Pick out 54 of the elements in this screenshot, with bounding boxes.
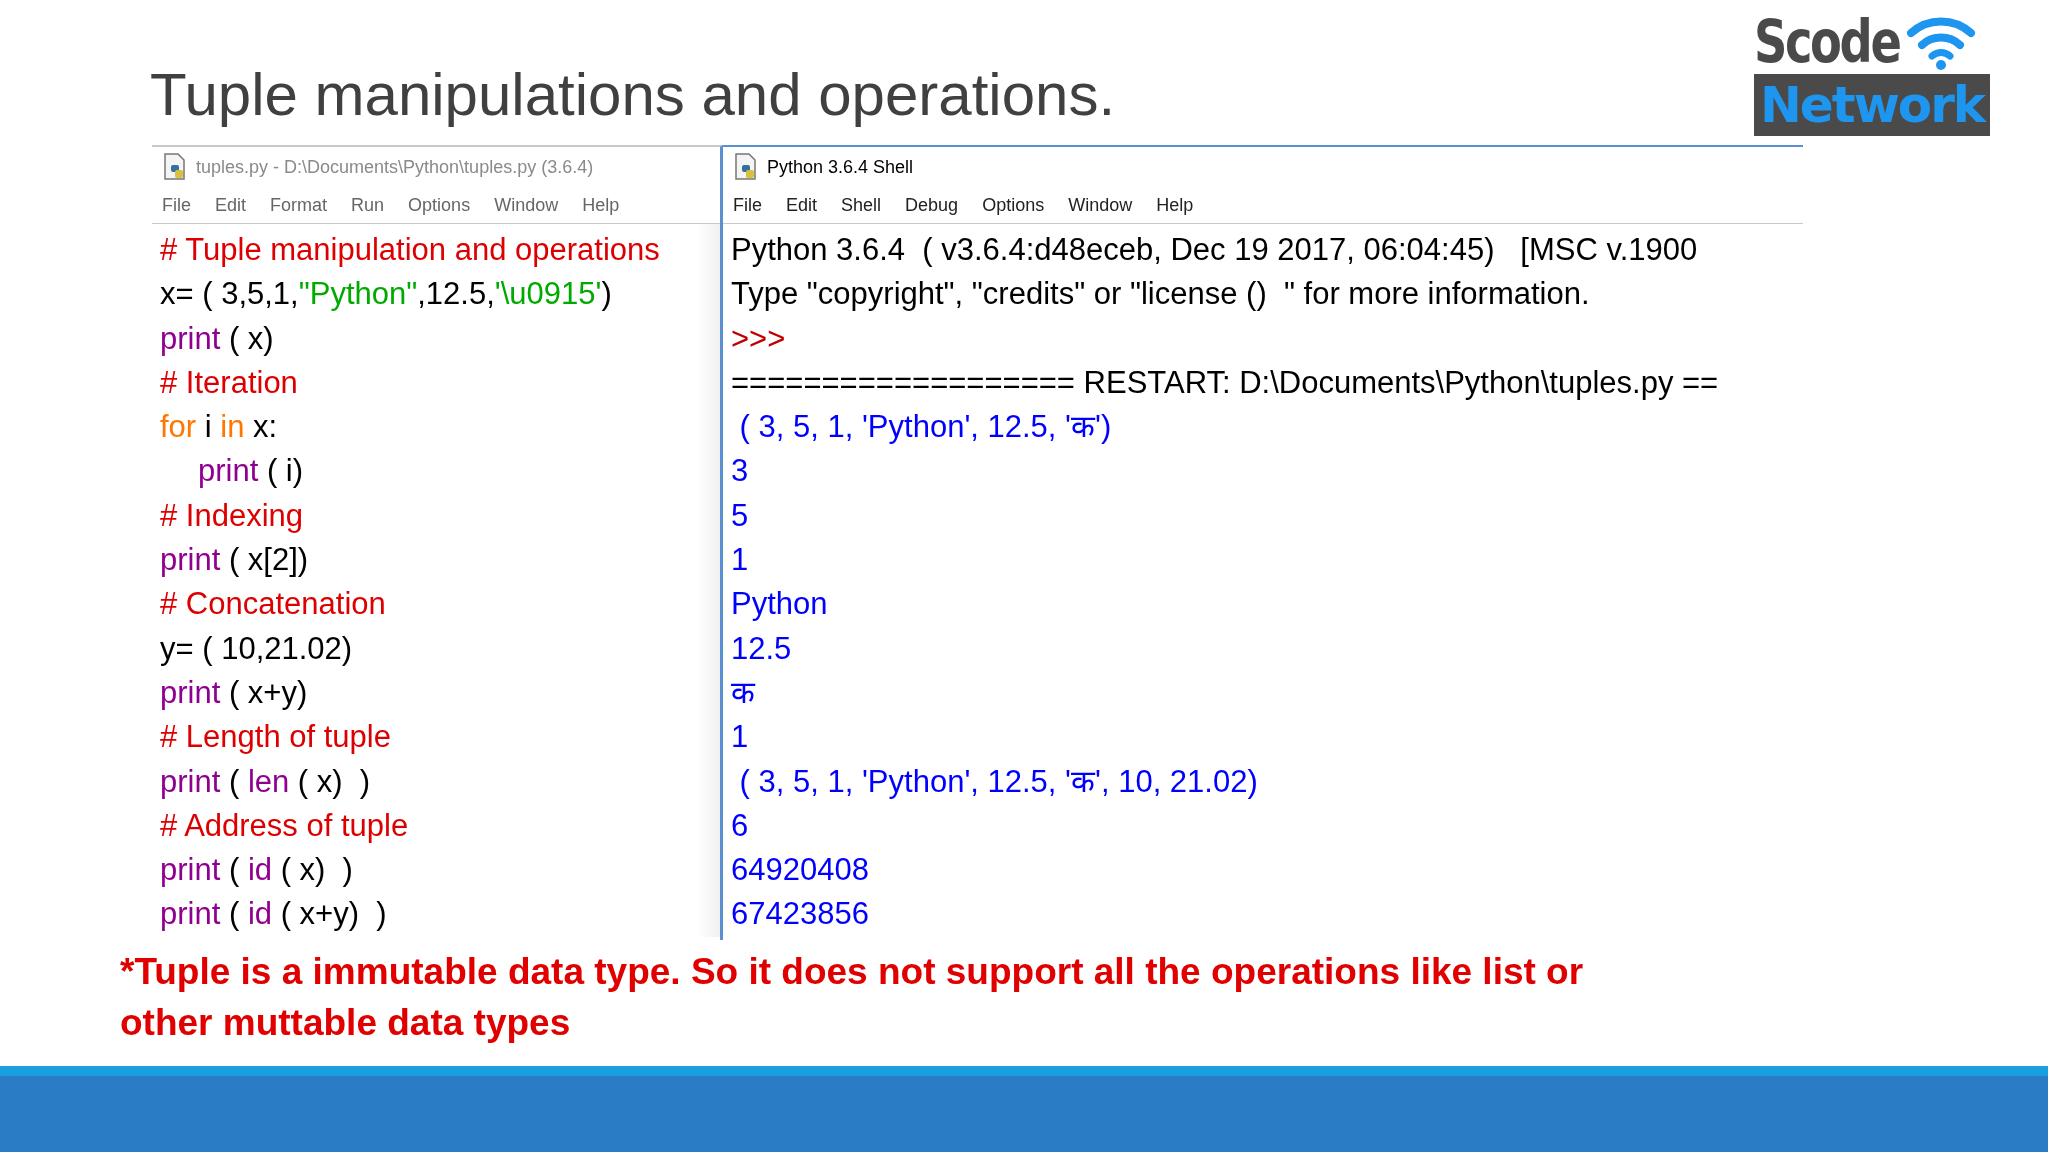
menu-item[interactable]: Edit — [786, 194, 818, 216]
shell-line: 64920408 — [731, 851, 870, 890]
code-line: print ( i) — [197, 452, 305, 491]
shell-line: ( 3, 5, 1, 'Python', 12.5, 'क') — [738, 408, 1113, 447]
shell-line: >>> — [731, 319, 787, 358]
shell-line: 1 — [731, 541, 750, 580]
menu-item[interactable]: Help — [1156, 194, 1194, 216]
code-line: print ( len ( x) ) — [160, 762, 372, 801]
note-text: *Tuple is a immutable data type. So it does not support all the operations like list or other muttable data types — [119, 950, 1585, 1045]
code-line: print ( id ( x) ) — [160, 851, 354, 890]
menu-item[interactable]: Run — [351, 194, 385, 216]
code-line: x= ( 3,5,1,"Python",12.5,'\u0915') — [160, 275, 613, 314]
shell-line: Type "copyright", "credits" or "license () " for more information. — [731, 275, 1591, 314]
menu-item[interactable]: File — [733, 194, 762, 216]
shell-line: क — [731, 673, 757, 712]
shell-line: 6 — [731, 806, 750, 845]
logo-text: Network — [1754, 74, 1991, 136]
shell-line: =================== RESTART: D:\Documents\Python\tuples.py == — [731, 363, 1720, 402]
menu-item[interactable]: Help — [582, 194, 620, 216]
code-line: # Iteration — [160, 363, 299, 402]
shell-line: 1 — [731, 718, 750, 757]
menu-item[interactable]: Edit — [215, 194, 247, 216]
code-line: print ( x) — [160, 319, 275, 358]
menu-item[interactable]: Window — [494, 194, 559, 216]
menu-item[interactable]: Options — [408, 194, 471, 216]
code-line: # Tuple manipulation and operations — [160, 231, 661, 269]
code-line: y= ( 10,21.02) — [160, 629, 354, 668]
logo-text: Scode — [1754, 10, 1900, 74]
menu-item[interactable]: Window — [1068, 194, 1133, 216]
shell-line: Python — [731, 585, 829, 624]
code-line: # Address of tuple — [160, 806, 410, 845]
menu-item[interactable]: Debug — [905, 194, 959, 216]
shell-line: 12.5 — [731, 629, 793, 668]
code-line: for i in x: — [160, 408, 279, 447]
window-title: tuples.py - D:\Documents\Python\tuples.py (3.6.4) — [196, 156, 594, 178]
code-line: # Concatenation — [160, 585, 387, 624]
window-title: Python 3.6.4 Shell — [767, 156, 914, 178]
slide-title: Tuple manipulations and operations. — [150, 60, 1116, 129]
shell-line: 67423856 — [731, 895, 870, 934]
code-line: print ( x[2]) — [160, 541, 310, 580]
python-file-icon — [733, 153, 759, 181]
code-line: # Length of tuple — [160, 718, 392, 757]
menu-item[interactable]: File — [162, 194, 191, 216]
python-file-icon — [162, 153, 188, 181]
shell-line: 5 — [731, 496, 750, 535]
shell-line: Python 3.6.4 ( v3.6.4:d48eceb, Dec 19 2017, 06:04:45) [MSC v.1900 — [731, 231, 1699, 269]
code-line: # Indexing — [160, 496, 305, 535]
menu-item[interactable]: Shell — [841, 194, 882, 216]
shell-line: 3 — [731, 452, 750, 491]
shell-line: ( 3, 5, 1, 'Python', 12.5, 'क', 10, 21.02) — [738, 762, 1259, 801]
code-line: print ( id ( x+y) ) — [160, 895, 388, 934]
code-line: print ( x+y) — [160, 673, 309, 712]
menu-item[interactable]: Options — [982, 194, 1045, 216]
menu-item[interactable]: Format — [270, 194, 328, 216]
